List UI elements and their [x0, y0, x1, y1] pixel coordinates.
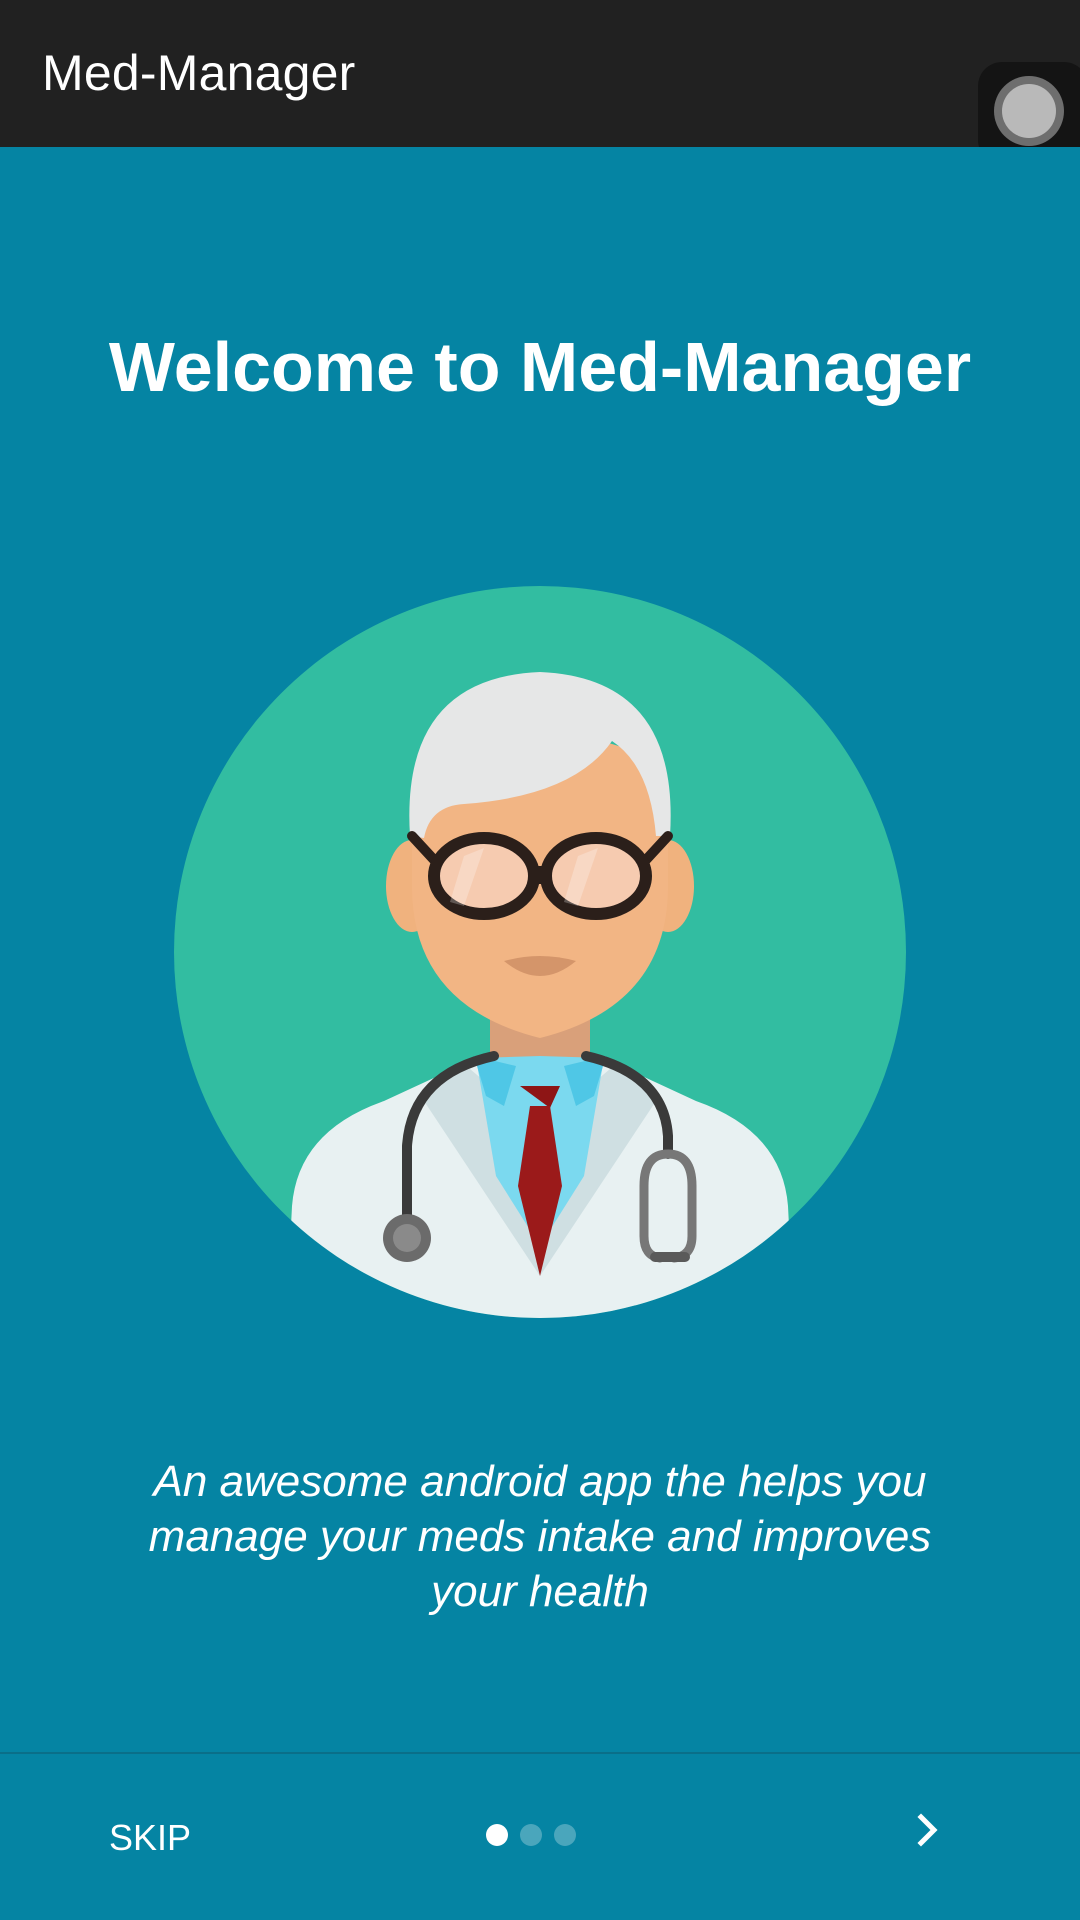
next-button[interactable] — [888, 1790, 968, 1870]
skip-button[interactable]: SKIP — [80, 1798, 220, 1878]
welcome-title: Welcome to Med-Manager — [108, 328, 972, 406]
app-toolbar: Med-Manager — [0, 0, 1080, 147]
assistive-ring-icon — [994, 76, 1064, 146]
onboarding-page[interactable]: Welcome to Med-Manager An awesome androi… — [0, 147, 1080, 1752]
page-indicator-dot-3 — [554, 1824, 576, 1846]
onboarding-bottom-bar: SKIP — [0, 1754, 1080, 1920]
page-indicator-dot-2 — [520, 1824, 542, 1846]
doctor-avatar-icon — [174, 586, 906, 1318]
page-indicator — [486, 1824, 576, 1846]
assistive-dot-icon — [1002, 84, 1056, 138]
chevron-right-icon — [917, 1813, 938, 1847]
onboarding-description: An awesome android app the helps you man… — [148, 1457, 932, 1616]
page-indicator-dot-1 — [486, 1824, 508, 1846]
toolbar-title: Med-Manager — [42, 45, 356, 101]
